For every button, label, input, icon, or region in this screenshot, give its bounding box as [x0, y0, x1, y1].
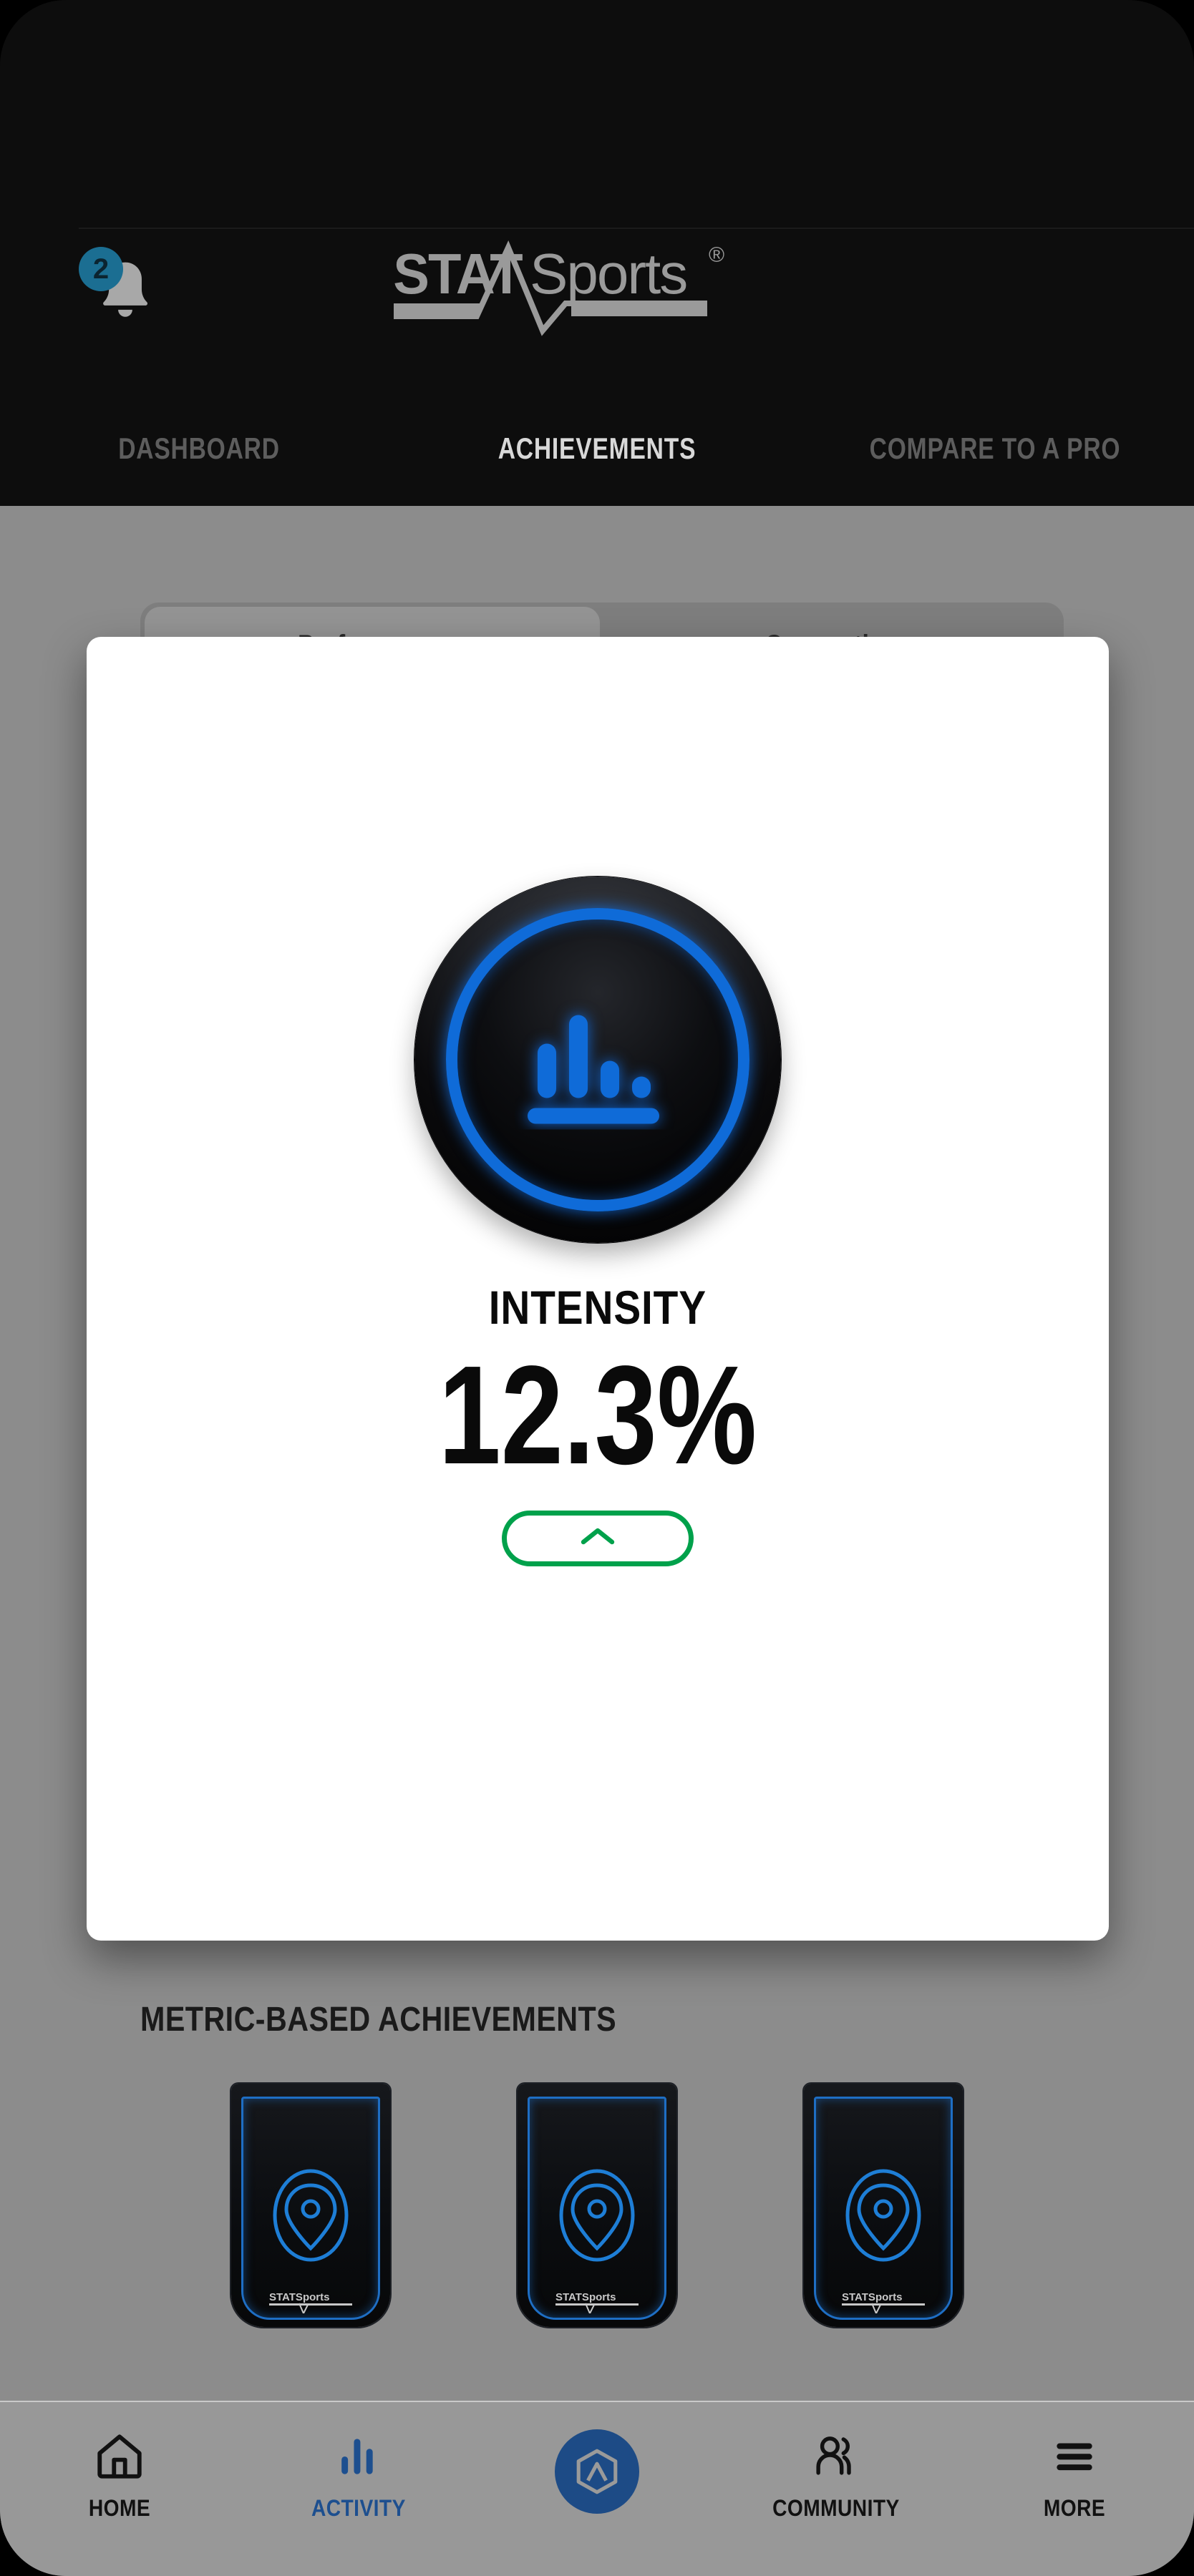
app-header: 2 STAT Sports ® DASHBOARD ACHIEVEMENTS C…	[0, 0, 1194, 506]
modal-metric-value: 12.3%	[438, 1337, 757, 1493]
achievement-detail-modal: INTENSITY 12.3%	[87, 637, 1109, 1941]
nav-item-apex[interactable]	[477, 2402, 717, 2521]
nav-label-community: COMMUNITY	[772, 2495, 900, 2521]
people-icon	[807, 2425, 865, 2488]
achievement-card[interactable]: STATSports	[804, 2084, 963, 2327]
modal-metric-title: INTENSITY	[488, 1281, 707, 1334]
nav-label-home: HOME	[88, 2495, 150, 2521]
svg-text:STATSports: STATSports	[269, 2291, 329, 2303]
tab-dashboard[interactable]: DASHBOARD	[40, 431, 359, 466]
achievement-card-logo: STATSports	[231, 2289, 390, 2317]
bar-chart-icon	[331, 2425, 384, 2488]
achievement-card-logo: STATSports	[518, 2289, 676, 2317]
statsports-logo: STAT Sports ®	[382, 236, 812, 336]
location-pin-icon	[840, 2168, 926, 2279]
bottom-navigation-bar: HOME ACTIVITY COMMUNITY MORE	[0, 2401, 1194, 2576]
header-divider	[79, 228, 1194, 229]
apex-logo-icon[interactable]	[554, 2429, 639, 2514]
tab-compare-to-a-pro[interactable]: COMPARE TO A PRO	[836, 431, 1155, 466]
nav-item-community[interactable]: COMMUNITY	[717, 2402, 956, 2522]
location-pin-icon	[268, 2168, 354, 2279]
notifications-button[interactable]: 2	[79, 247, 172, 340]
achievement-card[interactable]: STATSports	[518, 2084, 676, 2327]
nav-item-activity[interactable]: ACTIVITY	[239, 2402, 478, 2522]
svg-text:®: ®	[709, 243, 724, 267]
nav-item-more[interactable]: MORE	[955, 2402, 1194, 2522]
phone-screen: Performance Connection METRIC-BASED ACHI…	[0, 0, 1194, 2576]
notification-count-badge: 2	[79, 247, 123, 291]
achievement-badge	[414, 877, 781, 1243]
svg-text:STATSports: STATSports	[842, 2291, 902, 2303]
collapse-button[interactable]	[502, 1510, 694, 1566]
svg-text:STAT: STAT	[393, 241, 523, 306]
section-title: METRIC-BASED ACHIEVEMENTS	[140, 2001, 617, 2039]
achievement-card-row: STATSports STATSports STATSports	[0, 2084, 1194, 2341]
nav-item-home[interactable]: HOME	[0, 2402, 239, 2522]
nav-label-activity: ACTIVITY	[311, 2495, 406, 2521]
location-pin-icon	[554, 2168, 640, 2279]
hamburger-icon	[1048, 2425, 1101, 2488]
nav-label-more: MORE	[1044, 2495, 1106, 2521]
header-tabs: DASHBOARD ACHIEVEMENTS COMPARE TO A PRO	[0, 424, 1194, 474]
svg-text:STATSports: STATSports	[555, 2291, 616, 2303]
home-icon	[93, 2425, 146, 2488]
tab-achievements[interactable]: ACHIEVEMENTS	[438, 431, 757, 466]
achievement-card[interactable]: STATSports	[231, 2084, 390, 2327]
status-bar	[0, 0, 1194, 179]
bar-chart-icon	[515, 987, 681, 1133]
chevron-up-icon	[575, 1522, 621, 1554]
achievement-card-logo: STATSports	[804, 2289, 963, 2317]
svg-text:Sports: Sports	[530, 242, 686, 306]
